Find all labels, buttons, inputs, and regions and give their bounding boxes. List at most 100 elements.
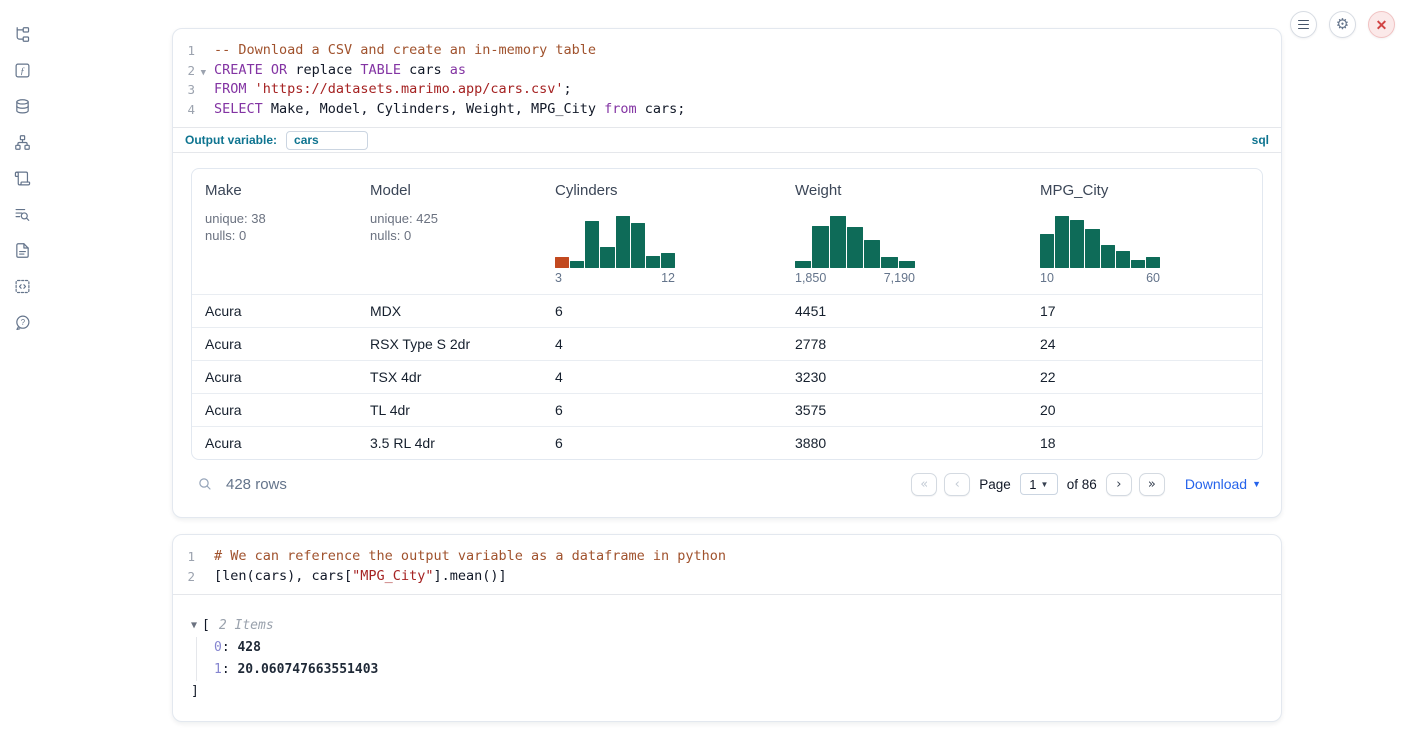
code-token: OR — [271, 62, 287, 78]
table-cell: 3575 — [782, 402, 1027, 418]
line-number: 3 — [173, 80, 207, 100]
tree-entry-value: 20.060747663551403 — [237, 662, 378, 677]
table-cell: 2778 — [782, 336, 1027, 352]
prev-page-button[interactable]: ‹ — [944, 473, 970, 496]
chevron-down-icon: ▼ — [1040, 480, 1048, 489]
histogram-bar — [1146, 257, 1160, 268]
histogram-bar — [899, 261, 915, 268]
dependency-graph-button[interactable] — [4, 124, 40, 160]
axis-max-label: 12 — [661, 271, 675, 285]
histogram-bar — [812, 226, 828, 268]
column-stats: unique: 425nulls: 0 — [370, 210, 534, 244]
table-cell: 17 — [1027, 303, 1262, 319]
code-token: -- Download a CSV and create an in-memor… — [214, 42, 596, 58]
table-body: AcuraMDX6445117AcuraRSX Type S 2dr427782… — [192, 294, 1262, 459]
page-select-value: 1 — [1029, 477, 1036, 492]
next-page-button[interactable]: › — [1106, 473, 1132, 496]
notebook-actions: ⚙ ✕ — [1290, 11, 1395, 38]
tree-items-count: 2 Items — [219, 615, 274, 637]
histogram-bars — [1040, 216, 1160, 268]
histogram-bar — [646, 256, 660, 268]
download-button[interactable]: Download ▼ — [1185, 476, 1261, 492]
table-cell: TL 4dr — [357, 402, 542, 418]
tree-entry-colon: : — [222, 662, 238, 677]
histogram-bar — [631, 223, 645, 268]
table-cell: 4451 — [782, 303, 1027, 319]
settings-button[interactable]: ⚙ — [1329, 11, 1356, 38]
org-chart-icon — [14, 134, 31, 151]
sidebar: ƒ ? — [0, 0, 44, 340]
last-page-button[interactable]: » — [1139, 473, 1165, 496]
code-text: # We can reference the output variable a… — [207, 547, 726, 567]
table-cell: 3230 — [782, 369, 1027, 385]
sql-editor[interactable]: 1 -- Download a CSV and create an in-memo… — [173, 29, 1281, 127]
file-explorer-button[interactable] — [4, 16, 40, 52]
column-header-mpg_city[interactable]: MPG_City 1060 — [1027, 169, 1262, 294]
axis-min-label: 10 — [1040, 271, 1054, 285]
code-token: "MPG_City" — [352, 568, 433, 584]
code-text: [len(cars), cars["MPG_City"].mean()] — [207, 567, 507, 587]
histogram-bar — [1040, 234, 1054, 268]
table-row: AcuraTL 4dr6357520 — [192, 393, 1262, 426]
code-token: cars — [401, 62, 450, 78]
datasources-button[interactable] — [4, 88, 40, 124]
line-number: 1 — [173, 41, 207, 61]
code-token: cars; — [637, 101, 686, 117]
page-select[interactable]: 1 ▼ — [1020, 473, 1058, 495]
table-cell: TSX 4dr — [357, 369, 542, 385]
help-bubble-icon: ? — [14, 314, 31, 331]
scratchpad-button[interactable] — [4, 160, 40, 196]
python-editor[interactable]: 1# We can reference the output variable … — [173, 535, 1281, 594]
column-header-weight[interactable]: Weight1,8507,190 — [782, 169, 1027, 294]
data-table: Makeunique: 38nulls: 0 Model unique: 425nu… — [191, 168, 1263, 460]
table-row: AcuraRSX Type S 2dr4277824 — [192, 327, 1262, 360]
tree-entries: 0: 4281: 20.060747663551403 — [196, 637, 1263, 681]
tree-collapse-icon[interactable]: ▼ — [191, 615, 197, 637]
output-variable-input[interactable] — [286, 131, 368, 150]
code-token: FROM — [214, 81, 247, 97]
python-cell: 1# We can reference the output variable … — [172, 534, 1282, 722]
variables-button[interactable]: ƒ — [4, 52, 40, 88]
code-token: [len(cars), cars[ — [214, 568, 352, 584]
column-title: MPG_City — [1040, 182, 1254, 199]
column-title: Model — [370, 182, 534, 199]
null-count: nulls: 0 — [370, 227, 534, 244]
first-page-button[interactable]: « — [911, 473, 937, 496]
table-cell: 6 — [542, 435, 782, 451]
table-row: Acura3.5 RL 4dr6388018 — [192, 426, 1262, 459]
svg-text:ƒ: ƒ — [20, 66, 25, 77]
search-icon[interactable] — [197, 476, 213, 492]
column-histogram: 1,8507,190 — [795, 216, 915, 285]
axis-min-label: 3 — [555, 271, 562, 285]
table-cell: Acura — [192, 303, 357, 319]
tree-entry-value: 428 — [237, 640, 260, 655]
page-label: Page — [979, 477, 1011, 492]
code-line: 4SELECT Make, Model, Cylinders, Weight, … — [173, 100, 1281, 120]
column-histogram: 1060 — [1040, 216, 1160, 285]
help-button[interactable]: ? — [4, 304, 40, 340]
snippets-button[interactable] — [4, 268, 40, 304]
menu-button[interactable] — [1290, 11, 1317, 38]
column-header-cylinders[interactable]: Cylinders312 — [542, 169, 782, 294]
histogram-axis: 3 12 — [555, 271, 675, 285]
documentation-button[interactable] — [4, 232, 40, 268]
table-cell: 18 — [1027, 435, 1262, 451]
logs-button[interactable] — [4, 196, 40, 232]
table-cell: 3.5 RL 4dr — [357, 435, 542, 451]
code-token: # We can reference the output variable a… — [214, 548, 726, 564]
column-header-model[interactable]: Model unique: 425nulls: 0 — [357, 169, 542, 294]
shutdown-button[interactable]: ✕ — [1368, 11, 1395, 38]
histogram-bar — [847, 227, 863, 268]
tree-entry: 1: 20.060747663551403 — [214, 659, 1263, 681]
notebook-main: 1 -- Download a CSV and create an in-memo… — [172, 0, 1282, 722]
column-header-make[interactable]: Makeunique: 38nulls: 0 — [192, 169, 357, 294]
column-title: Make — [205, 182, 349, 199]
table-cell: Acura — [192, 435, 357, 451]
axis-max-label: 7,190 — [884, 271, 915, 285]
hamburger-icon — [1298, 20, 1309, 30]
histogram-axis: 1060 — [1040, 271, 1160, 285]
table-footer: 428 rows « ‹ Page 1 ▼ of 86 › » Download — [191, 465, 1263, 503]
code-snippet-icon — [14, 278, 31, 295]
code-token: Make, Model, Cylinders, Weight, MPG_City — [263, 101, 604, 117]
histogram-bar — [830, 216, 846, 268]
